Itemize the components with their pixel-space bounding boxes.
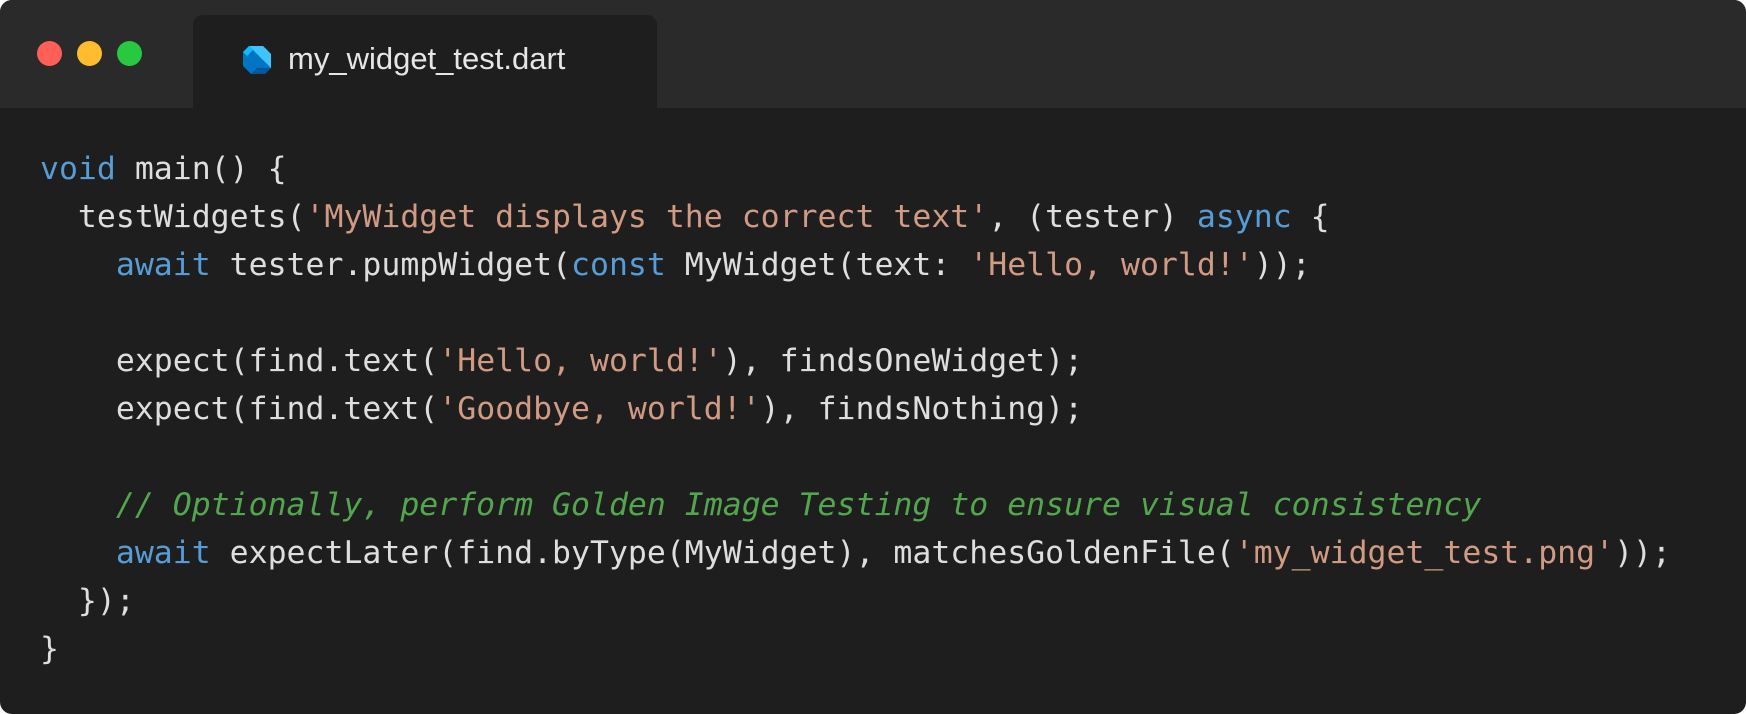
code-token-plain: expect(find.text( bbox=[40, 343, 439, 379]
code-token-keyword: void bbox=[40, 151, 116, 187]
code-token-string: 'Hello, world!' bbox=[438, 343, 723, 379]
code-token-keyword: async bbox=[1196, 199, 1292, 235]
code-token-plain: }); bbox=[40, 583, 135, 619]
code-line: await expectLater(find.byType(MyWidget),… bbox=[40, 529, 1671, 577]
file-tab[interactable]: my_widget_test.dart bbox=[193, 15, 657, 108]
code-token-string: 'my_widget_test.png' bbox=[1234, 535, 1615, 571]
code-token-plain: main() { bbox=[115, 151, 287, 187]
code-token-plain: )); bbox=[1614, 535, 1671, 571]
code-token-plain: ), findsOneWidget); bbox=[722, 343, 1084, 379]
code-token-keyword: await bbox=[115, 535, 211, 571]
code-line: expect(find.text('Goodbye, world!'), fin… bbox=[40, 385, 1671, 433]
code-line: testWidgets('MyWidget displays the corre… bbox=[40, 193, 1671, 241]
code-token-plain: expectLater(find.byType(MyWidget), match… bbox=[210, 535, 1235, 571]
code-token-keyword: await bbox=[115, 247, 211, 283]
code-token-plain: MyWidget(text: bbox=[665, 247, 970, 283]
code-token-plain: tester.pumpWidget( bbox=[210, 247, 572, 283]
code-line: expect(find.text('Hello, world!'), finds… bbox=[40, 337, 1671, 385]
tab-title: my_widget_test.dart bbox=[288, 41, 566, 76]
title-bar: my_widget_test.dart bbox=[0, 0, 1746, 108]
code-line: }); bbox=[40, 577, 1671, 625]
zoom-window-button[interactable] bbox=[117, 41, 142, 66]
minimize-window-button[interactable] bbox=[77, 41, 102, 66]
code-token-plain: expect(find.text( bbox=[40, 391, 439, 427]
code-token-plain: } bbox=[40, 631, 59, 667]
code-line: } bbox=[40, 625, 1671, 673]
code-token-string: 'MyWidget displays the correct text' bbox=[305, 199, 989, 235]
code-line: await tester.pumpWidget(const MyWidget(t… bbox=[40, 241, 1671, 289]
dart-icon bbox=[241, 44, 273, 76]
code-token-keyword: const bbox=[571, 247, 666, 283]
code-token-plain: testWidgets( bbox=[40, 199, 306, 235]
code-window: my_widget_test.dart void main() { testWi… bbox=[0, 0, 1746, 714]
close-window-button[interactable] bbox=[37, 41, 62, 66]
code-line: void main() { bbox=[40, 145, 1671, 193]
code-line: // Optionally, perform Golden Image Test… bbox=[40, 481, 1671, 529]
code-block: void main() { testWidgets('MyWidget disp… bbox=[40, 145, 1671, 673]
code-token-string: 'Goodbye, world!' bbox=[438, 391, 761, 427]
code-token-plain: )); bbox=[1253, 247, 1311, 283]
code-token-string: 'Hello, world!' bbox=[969, 247, 1254, 283]
code-token-plain: { bbox=[1291, 199, 1330, 235]
code-token-comment: // Optionally, perform Golden Image Test… bbox=[115, 487, 1482, 523]
code-token-plain: , (tester) bbox=[988, 199, 1197, 235]
code-token-plain: ), findsNothing); bbox=[760, 391, 1084, 427]
